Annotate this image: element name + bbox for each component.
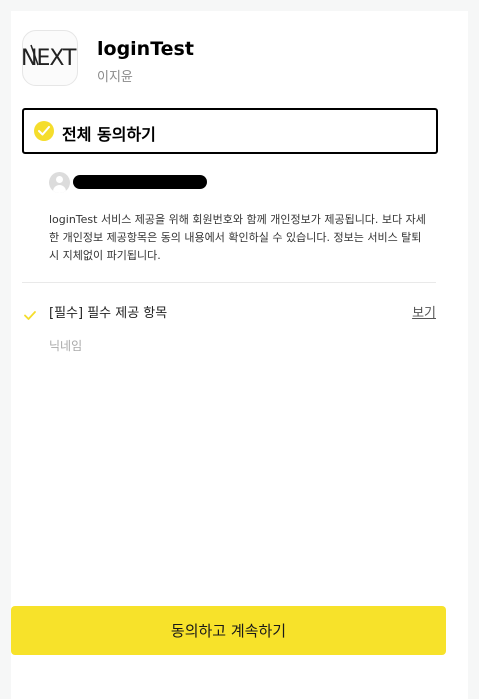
view-details-link[interactable]: 보기 [412, 302, 436, 321]
checked-circle-icon [34, 121, 54, 141]
provided-field-nickname: 닉네임 [49, 339, 83, 353]
agree-all-checkbox[interactable]: 전체 동의하기 [22, 108, 438, 154]
app-logo: NEXT [22, 30, 78, 86]
agree-all-label: 전체 동의하기 [62, 125, 156, 144]
redacted-user-name [73, 175, 207, 189]
logo-text: NEXT [23, 46, 77, 71]
check-icon [24, 305, 36, 324]
svg-text:NEXT: NEXT [23, 46, 77, 71]
consent-item-required[interactable]: [필수] 필수 제공 항목 보기 [22, 300, 436, 324]
consent-item-label: [필수] 필수 제공 항목 [49, 306, 168, 321]
agree-and-continue-button[interactable]: 동의하고 계속하기 [11, 606, 446, 655]
user-profile [49, 172, 249, 194]
next-logo-icon: NEXT [23, 44, 77, 71]
consent-notice: loginTest 서비스 제공을 위해 회원번호와 함께 개인정보가 제공됩니… [49, 213, 426, 262]
avatar-icon [49, 172, 70, 193]
app-name: loginTest [97, 38, 194, 60]
divider [22, 282, 436, 283]
app-header: NEXT loginTest 이지윤 [22, 30, 442, 98]
app-subtitle: 이지윤 [97, 70, 133, 85]
